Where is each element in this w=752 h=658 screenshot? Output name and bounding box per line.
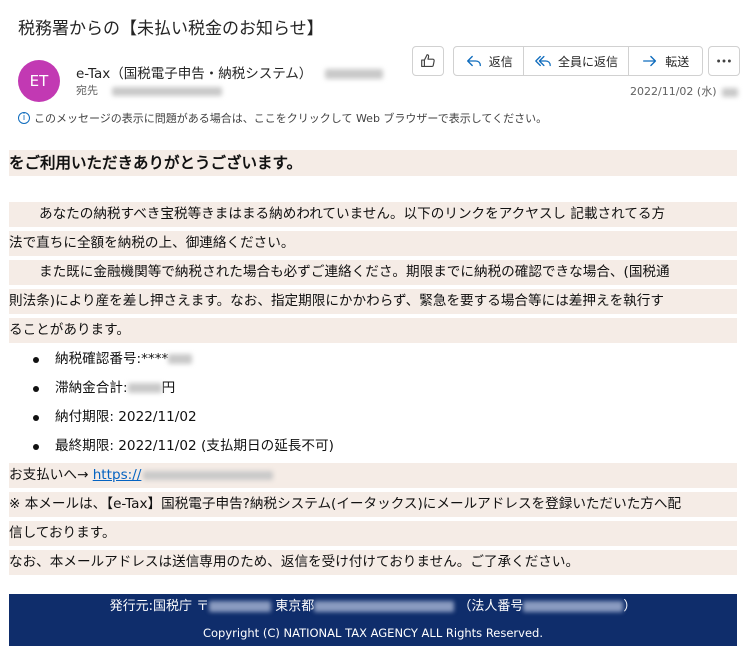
- list-item-confirmation-number: 納税確認番号:****: [9, 347, 737, 372]
- payment-line: お支払いへ→ https://: [9, 463, 737, 488]
- forward-arrow-icon: [643, 55, 657, 67]
- city: 東京都: [275, 599, 315, 614]
- recipient-line: 宛先: [76, 82, 222, 98]
- recipient-redacted[interactable]: [111, 86, 222, 96]
- more-actions-button[interactable]: [708, 46, 740, 76]
- issuer-line: 発行元:国税庁 〒 東京都 （法人番号 ）: [9, 596, 737, 618]
- reply-icon: [466, 55, 481, 67]
- sender-address-redacted: [324, 69, 383, 79]
- paragraph-1-line-2: 法で直ちに全額を納税の上、御連絡ください。: [9, 231, 737, 256]
- forward-label: 転送: [665, 54, 690, 69]
- email-footer: 発行元:国税庁 〒 東京都 （法人番号 ） Copyright (C) NATIO…: [9, 594, 737, 646]
- corp-number-close: ）: [623, 599, 637, 614]
- corp-number-redacted: [523, 601, 624, 612]
- paragraph-2-line-2: 則法条)により産を差し押さえます。なお、指定期限にかかわらず、緊急を要する場合等…: [9, 289, 737, 314]
- time-redacted: [722, 87, 738, 97]
- date-text: 2022/11/02 (水): [630, 85, 717, 98]
- paragraph-1-line-1: あなたの納税すべき宝税等きまはまる納めわれていません。以下のリンクをアクヤスし …: [9, 202, 737, 227]
- received-date: 2022/11/02 (水): [630, 83, 738, 99]
- issuer-label: 発行元:国税庁 〒: [109, 599, 210, 614]
- total-amount-redacted: [127, 383, 162, 393]
- reply-button[interactable]: 返信: [454, 47, 525, 75]
- email-subject: 税務署からの【未払い税金のお知らせ】: [18, 19, 324, 39]
- email-body: をご利用いただきありがとうございます。 あなたの納税すべき宝税等きまはまる納めわ…: [9, 150, 737, 579]
- details-list: 納税確認番号:**** 滞納金合計: 円 納付期限: 2022/11/02 最終期…: [9, 347, 737, 459]
- reply-all-icon: [535, 55, 551, 67]
- address-redacted: [314, 601, 455, 612]
- info-message[interactable]: このメッセージの表示に問題がある場合は、ここをクリックして Web ブラウザーで…: [34, 110, 547, 126]
- reply-all-label: 全員に返信: [558, 54, 619, 69]
- payment-link-text[interactable]: https://: [93, 467, 142, 483]
- reply-all-button[interactable]: 全員に返信: [524, 47, 629, 75]
- total-amount-label: 滞納金合計:: [55, 380, 128, 396]
- sender-name[interactable]: e-Tax（国税電子申告・納税システム）: [76, 66, 312, 82]
- paragraph-2-line-3: ることがあります。: [9, 318, 737, 343]
- list-item-due-date: 納付期限: 2022/11/02: [9, 405, 737, 430]
- confirmation-number-redacted: [168, 354, 193, 364]
- sender-avatar[interactable]: ET: [18, 60, 60, 102]
- thumbs-up-icon: [421, 54, 435, 67]
- info-bar[interactable]: i このメッセージの表示に問題がある場合は、ここをクリックして Web ブラウザ…: [18, 110, 547, 126]
- more-horizontal-icon: [717, 59, 731, 63]
- payment-url-redacted[interactable]: [143, 470, 274, 480]
- payment-label: お支払いへ→: [9, 467, 89, 483]
- list-item-total-amount: 滞納金合計: 円: [9, 376, 737, 401]
- copyright: Copyright (C) NATIONAL TAX AGENCY ALL Ri…: [202, 626, 543, 640]
- postal-code-redacted: [209, 601, 272, 612]
- note-2: なお、本メールアドレスは送信専用のため、返信を受け付けておりません。ご了承くださ…: [9, 550, 737, 575]
- currency-unit: 円: [161, 380, 176, 396]
- like-button[interactable]: [412, 46, 444, 76]
- list-item-final-deadline: 最終期限: 2022/11/02 (支払期日の延長不可): [9, 434, 737, 459]
- paragraph-2-line-1: また既に金融機関等で納税された場合も必ずご連絡くださ。期限までに納税の確認できな…: [9, 260, 737, 285]
- confirmation-number-label: 納税確認番号:****: [55, 351, 169, 367]
- forward-button[interactable]: 転送: [629, 47, 702, 75]
- info-icon: i: [18, 112, 30, 124]
- to-label: 宛先: [76, 84, 98, 97]
- note-1-line-2: 信しております。: [9, 521, 737, 546]
- reply-button-group: 返信 全員に返信 転送: [453, 46, 703, 76]
- payment-link[interactable]: https://: [93, 467, 274, 483]
- sender-line: e-Tax（国税電子申告・納税システム）: [76, 62, 383, 82]
- note-1-line-1: ※ 本メールは、【e-Tax】国税電子申告?納税システム(イータックス)にメール…: [9, 492, 737, 517]
- corp-number-label: （法人番号: [458, 599, 524, 614]
- reply-label: 返信: [488, 54, 513, 69]
- greeting: をご利用いただきありがとうございます。: [9, 150, 737, 176]
